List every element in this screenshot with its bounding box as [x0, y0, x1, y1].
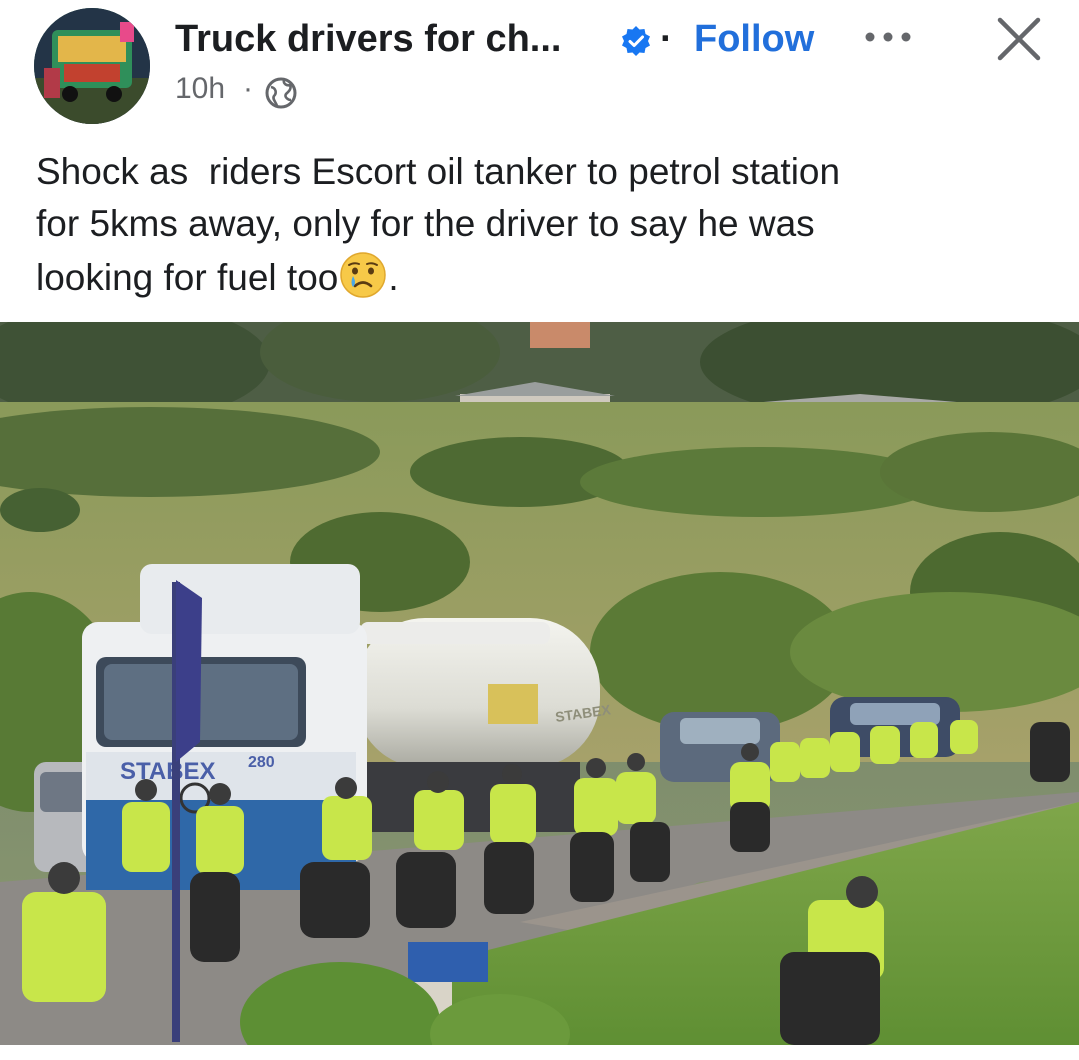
- facebook-post: Truck drivers for ch... · Follow 10h · S…: [0, 0, 1079, 1060]
- page-name[interactable]: Truck drivers for ch...: [175, 18, 561, 61]
- tanker-brand-text: STABEX: [120, 758, 216, 785]
- more-options-icon[interactable]: [862, 22, 914, 52]
- close-icon[interactable]: [994, 14, 1044, 64]
- post-text-end: .: [388, 257, 399, 298]
- page-avatar[interactable]: [34, 8, 150, 124]
- post-timestamp[interactable]: 10h: [175, 72, 225, 106]
- tanker-number-text: 280: [248, 754, 275, 771]
- post-text: Shock as riders Escort oil tanker to pet…: [36, 146, 1046, 304]
- follow-button[interactable]: Follow: [694, 18, 814, 61]
- verified-badge-icon: [622, 26, 650, 56]
- post-photo[interactable]: STABEX 280 STABEX: [0, 322, 1079, 1045]
- crying-face-emoji: [340, 252, 387, 298]
- post-header: Truck drivers for ch... · Follow 10h ·: [0, 0, 1079, 130]
- timestamp-separator: ·: [243, 72, 253, 105]
- header-separator: ·: [660, 18, 673, 60]
- post-text-body: Shock as riders Escort oil tanker to pet…: [36, 151, 841, 298]
- globe-icon: [265, 77, 297, 109]
